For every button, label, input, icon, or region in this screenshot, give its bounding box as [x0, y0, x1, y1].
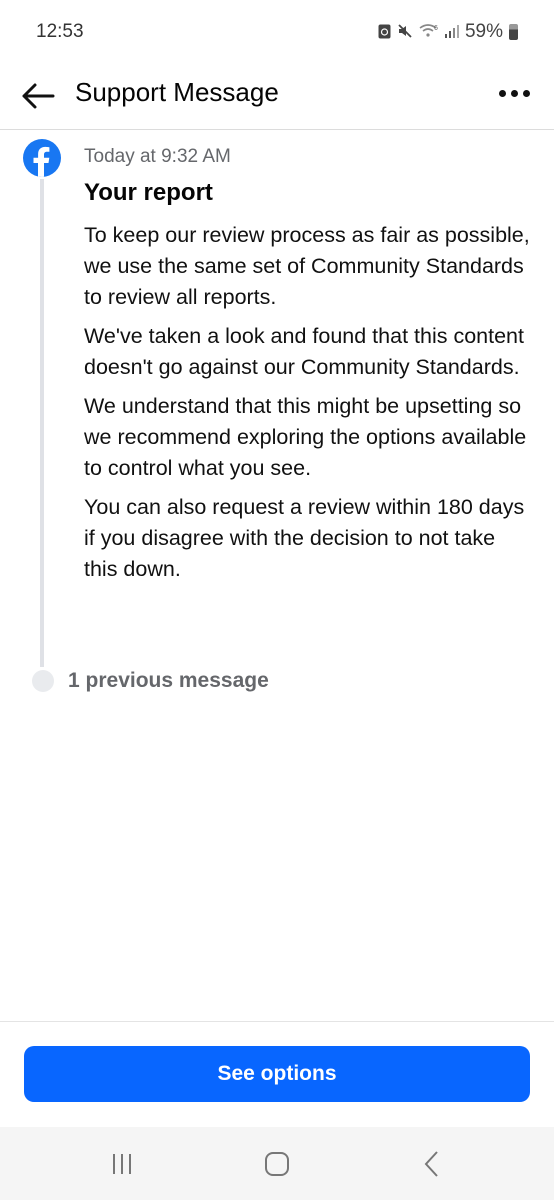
- support-message: Today at 9:32 AM Your report To keep our…: [84, 145, 534, 585]
- see-options-button[interactable]: See options: [24, 1046, 530, 1102]
- more-options-button[interactable]: [499, 78, 530, 108]
- more-horizontal-icon: [499, 89, 506, 97]
- message-paragraph: We understand that this might be upsetti…: [84, 394, 527, 480]
- arrow-left-icon: [22, 83, 55, 109]
- message-paragraph: To keep our review process as fair as po…: [84, 223, 530, 309]
- battery-saver-icon: [378, 23, 391, 42]
- battery-icon: [509, 24, 518, 40]
- home-button[interactable]: [257, 1147, 297, 1181]
- back-icon: [424, 1151, 438, 1177]
- previous-messages-label: 1 previous message: [68, 669, 269, 692]
- svg-text:6: 6: [434, 25, 438, 32]
- back-button[interactable]: [18, 76, 58, 116]
- message-timestamp: Today at 9:32 AM: [84, 146, 231, 167]
- status-time: 12:53: [36, 21, 84, 42]
- recent-apps-button[interactable]: [102, 1147, 142, 1181]
- signal-icon: [444, 24, 459, 41]
- footer: See options: [0, 1021, 554, 1127]
- status-bar: 12:53 6 59%: [0, 0, 554, 64]
- system-nav-bar: [0, 1127, 554, 1200]
- app-bar: Support Message: [0, 64, 554, 130]
- nav-back-button[interactable]: [412, 1147, 452, 1181]
- page-title: Support Message: [75, 77, 279, 107]
- more-dot: [523, 89, 530, 97]
- wifi-icon: 6: [419, 23, 439, 42]
- message-paragraph: We've taken a look and found that this c…: [84, 324, 524, 379]
- message-title: Your report: [84, 179, 213, 206]
- previous-messages-link[interactable]: 1 previous message: [32, 669, 269, 693]
- message-paragraph: You can also request a review within 180…: [84, 495, 525, 581]
- timeline-line: [40, 179, 44, 667]
- status-icons: 6 59%: [378, 21, 518, 43]
- timeline-dot-icon: [32, 670, 54, 692]
- recent-apps-icon: [113, 1154, 131, 1174]
- mute-icon: [397, 23, 413, 42]
- home-icon: [265, 1152, 289, 1176]
- facebook-logo-icon: [23, 139, 61, 177]
- battery-percent: 59%: [464, 21, 503, 42]
- more-dot: [511, 89, 518, 97]
